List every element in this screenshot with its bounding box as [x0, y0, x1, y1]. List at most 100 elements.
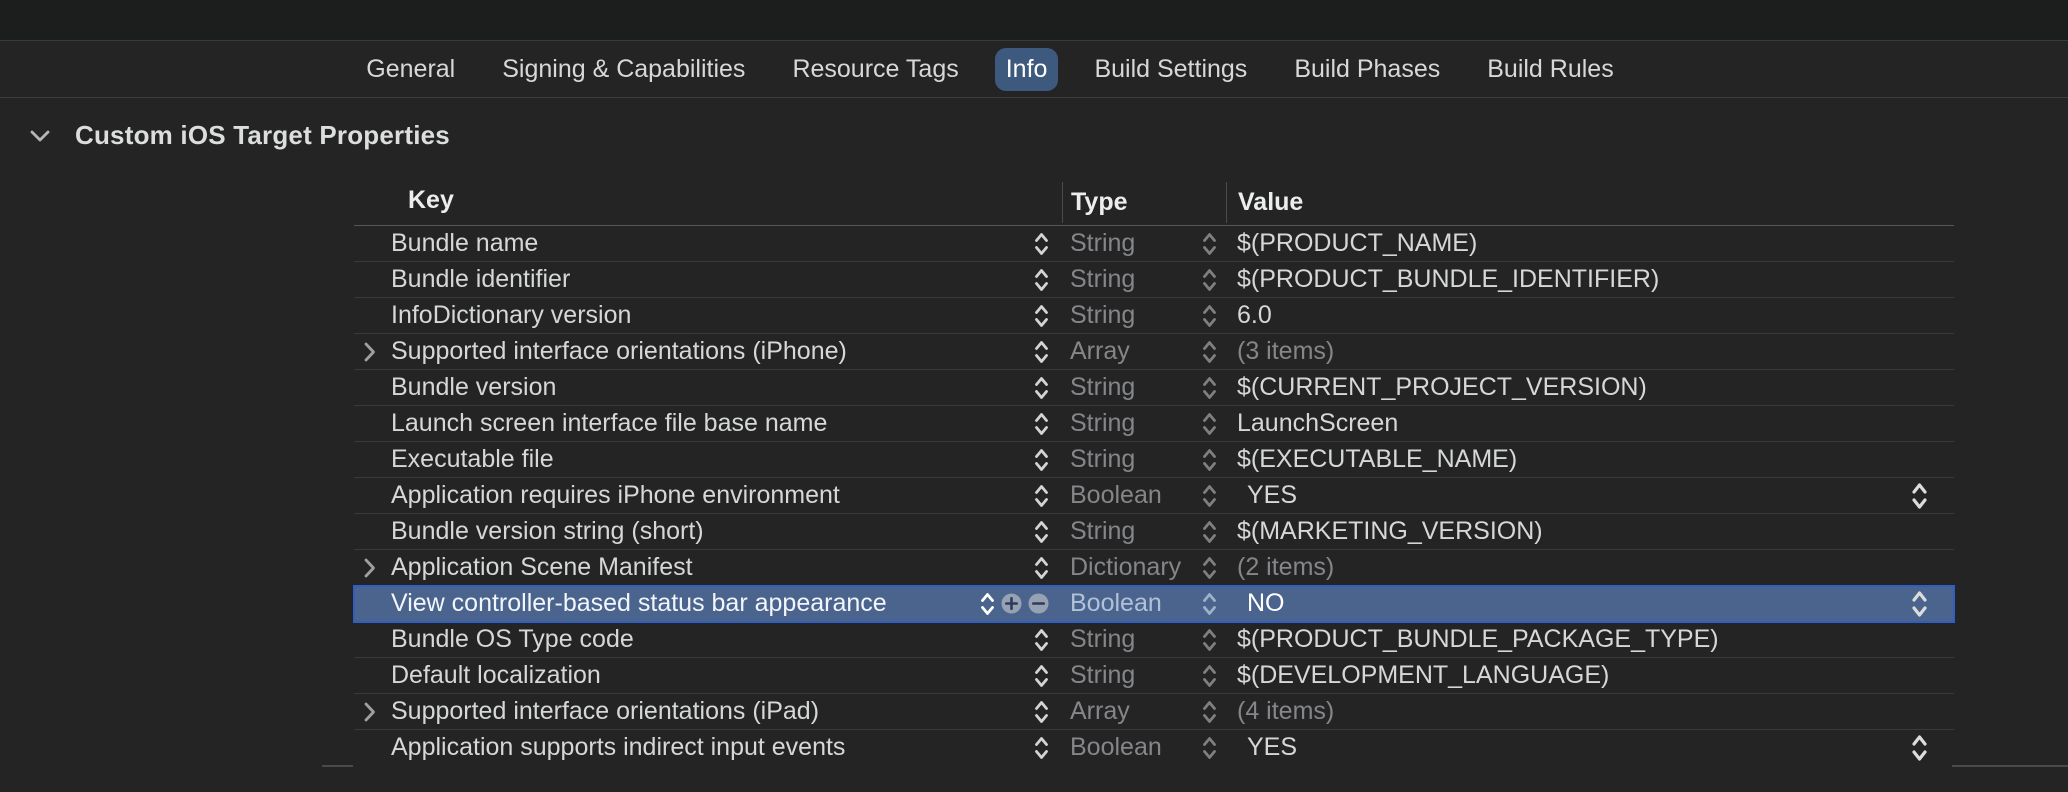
add-row-button[interactable] — [1001, 593, 1022, 614]
type-stepper-icon[interactable] — [1202, 591, 1217, 617]
key-stepper-icon[interactable] — [1034, 663, 1049, 689]
type-stepper-icon[interactable] — [1202, 519, 1217, 545]
property-row[interactable]: Bundle identifier String $(PRODUCT_BUNDL… — [354, 262, 1954, 298]
key-cell: Launch screen interface file base name — [354, 406, 1062, 441]
value-text: $(PRODUCT_BUNDLE_IDENTIFIER) — [1237, 265, 1659, 294]
separator-stub-left — [322, 765, 353, 767]
tab-build-phases[interactable]: Build Phases — [1283, 48, 1451, 91]
key-controls — [1034, 663, 1049, 689]
key-cell: Supported interface orientations (iPhone… — [354, 334, 1062, 369]
type-cell: String — [1062, 514, 1226, 549]
key-cell: Default localization — [354, 658, 1062, 693]
type-cell: String — [1062, 226, 1226, 261]
tab-signing-capabilities[interactable]: Signing & Capabilities — [491, 48, 756, 91]
value-text: $(EXECUTABLE_NAME) — [1237, 445, 1517, 474]
value-text: 6.0 — [1237, 301, 1272, 330]
tab-build-rules[interactable]: Build Rules — [1476, 48, 1624, 91]
type-text: String — [1062, 517, 1135, 546]
key-cell: Application Scene Manifest — [354, 550, 1062, 585]
type-stepper-icon[interactable] — [1202, 699, 1217, 725]
section-header: Custom iOS Target Properties — [29, 120, 450, 151]
type-cell: Dictionary — [1062, 550, 1226, 585]
remove-row-button[interactable] — [1028, 593, 1049, 614]
key-stepper-icon[interactable] — [1034, 483, 1049, 509]
type-stepper-icon[interactable] — [1202, 483, 1217, 509]
value-popup-icon[interactable] — [1911, 481, 1928, 511]
value-text: YES — [1247, 733, 1297, 762]
type-text: String — [1062, 409, 1135, 438]
type-stepper-icon[interactable] — [1202, 555, 1217, 581]
key-stepper-icon[interactable] — [1034, 627, 1049, 653]
type-cell: String — [1062, 658, 1226, 693]
value-cell: $(PRODUCT_BUNDLE_PACKAGE_TYPE) — [1226, 622, 1954, 657]
key-stepper-icon[interactable] — [1034, 447, 1049, 473]
value-cell: $(PRODUCT_BUNDLE_IDENTIFIER) — [1226, 262, 1954, 297]
key-stepper-icon[interactable] — [1034, 339, 1049, 365]
type-stepper-icon[interactable] — [1202, 411, 1217, 437]
value-text: (2 items) — [1237, 553, 1334, 582]
property-row[interactable]: Bundle version string (short) String $(M… — [354, 514, 1954, 550]
type-stepper-icon[interactable] — [1202, 627, 1217, 653]
type-stepper-icon[interactable] — [1202, 339, 1217, 365]
value-cell: $(PRODUCT_NAME) — [1226, 226, 1954, 261]
key-stepper-icon[interactable] — [1034, 231, 1049, 257]
type-text: Boolean — [1062, 481, 1162, 510]
xcode-target-editor: { "tabs": [ { "label": "General", "selec… — [0, 0, 2068, 792]
type-text: Boolean — [1062, 589, 1162, 618]
key-controls — [1034, 555, 1049, 581]
tab-build-settings[interactable]: Build Settings — [1083, 48, 1258, 91]
value-cell: $(CURRENT_PROJECT_VERSION) — [1226, 370, 1954, 405]
key-stepper-icon[interactable] — [1034, 375, 1049, 401]
type-stepper-icon[interactable] — [1202, 663, 1217, 689]
tab-general[interactable]: General — [355, 48, 466, 91]
property-row[interactable]: Default localization String $(DEVELOPMEN… — [354, 658, 1954, 694]
property-row[interactable]: Supported interface orientations (iPad) … — [354, 694, 1954, 730]
key-text: Launch screen interface file base name — [391, 409, 827, 438]
key-stepper-icon[interactable] — [980, 591, 995, 617]
property-row[interactable]: Application requires iPhone environment … — [354, 478, 1954, 514]
property-row[interactable]: Executable file String $(EXECUTABLE_NAME… — [354, 442, 1954, 478]
property-row[interactable]: Application supports indirect input even… — [354, 730, 1954, 766]
key-stepper-icon[interactable] — [1034, 519, 1049, 545]
value-text: $(CURRENT_PROJECT_VERSION) — [1237, 373, 1647, 402]
key-stepper-icon[interactable] — [1034, 699, 1049, 725]
key-stepper-icon[interactable] — [1034, 555, 1049, 581]
chevron-right-icon[interactable] — [354, 701, 391, 723]
value-cell: YES — [1226, 730, 1954, 765]
key-controls — [1034, 411, 1049, 437]
type-stepper-icon[interactable] — [1202, 735, 1217, 761]
property-row[interactable]: InfoDictionary version String 6.0 — [354, 298, 1954, 334]
type-text: String — [1062, 265, 1135, 294]
property-row[interactable]: View controller-based status bar appeara… — [354, 586, 1954, 622]
chevron-right-icon[interactable] — [354, 557, 391, 579]
type-text: String — [1062, 373, 1135, 402]
key-stepper-icon[interactable] — [1034, 303, 1049, 329]
key-stepper-icon[interactable] — [1034, 735, 1049, 761]
key-text: View controller-based status bar appeara… — [391, 589, 887, 618]
key-stepper-icon[interactable] — [1034, 267, 1049, 293]
type-stepper-icon[interactable] — [1202, 447, 1217, 473]
value-cell: $(MARKETING_VERSION) — [1226, 514, 1954, 549]
key-stepper-icon[interactable] — [1034, 411, 1049, 437]
type-stepper-icon[interactable] — [1202, 375, 1217, 401]
property-row[interactable]: Application Scene Manifest Dictionary (2… — [354, 550, 1954, 586]
tab-resource-tags[interactable]: Resource Tags — [781, 48, 969, 91]
property-row[interactable]: Launch screen interface file base name S… — [354, 406, 1954, 442]
value-popup-icon[interactable] — [1911, 733, 1928, 763]
value-cell: (2 items) — [1226, 550, 1954, 585]
property-row[interactable]: Bundle name String $(PRODUCT_NAME) — [354, 226, 1954, 262]
type-text: Array — [1062, 337, 1130, 366]
property-row[interactable]: Bundle version String $(CURRENT_PROJECT_… — [354, 370, 1954, 406]
property-row[interactable]: Bundle OS Type code String $(PRODUCT_BUN… — [354, 622, 1954, 658]
property-row[interactable]: Supported interface orientations (iPhone… — [354, 334, 1954, 370]
key-controls — [1034, 735, 1049, 761]
type-stepper-icon[interactable] — [1202, 231, 1217, 257]
type-cell: Array — [1062, 694, 1226, 729]
type-stepper-icon[interactable] — [1202, 267, 1217, 293]
chevron-right-icon[interactable] — [354, 341, 391, 363]
chevron-down-icon[interactable] — [29, 129, 51, 143]
type-stepper-icon[interactable] — [1202, 303, 1217, 329]
tab-info[interactable]: Info — [995, 48, 1059, 91]
value-popup-icon[interactable] — [1911, 589, 1928, 619]
value-cell: LaunchScreen — [1226, 406, 1954, 441]
